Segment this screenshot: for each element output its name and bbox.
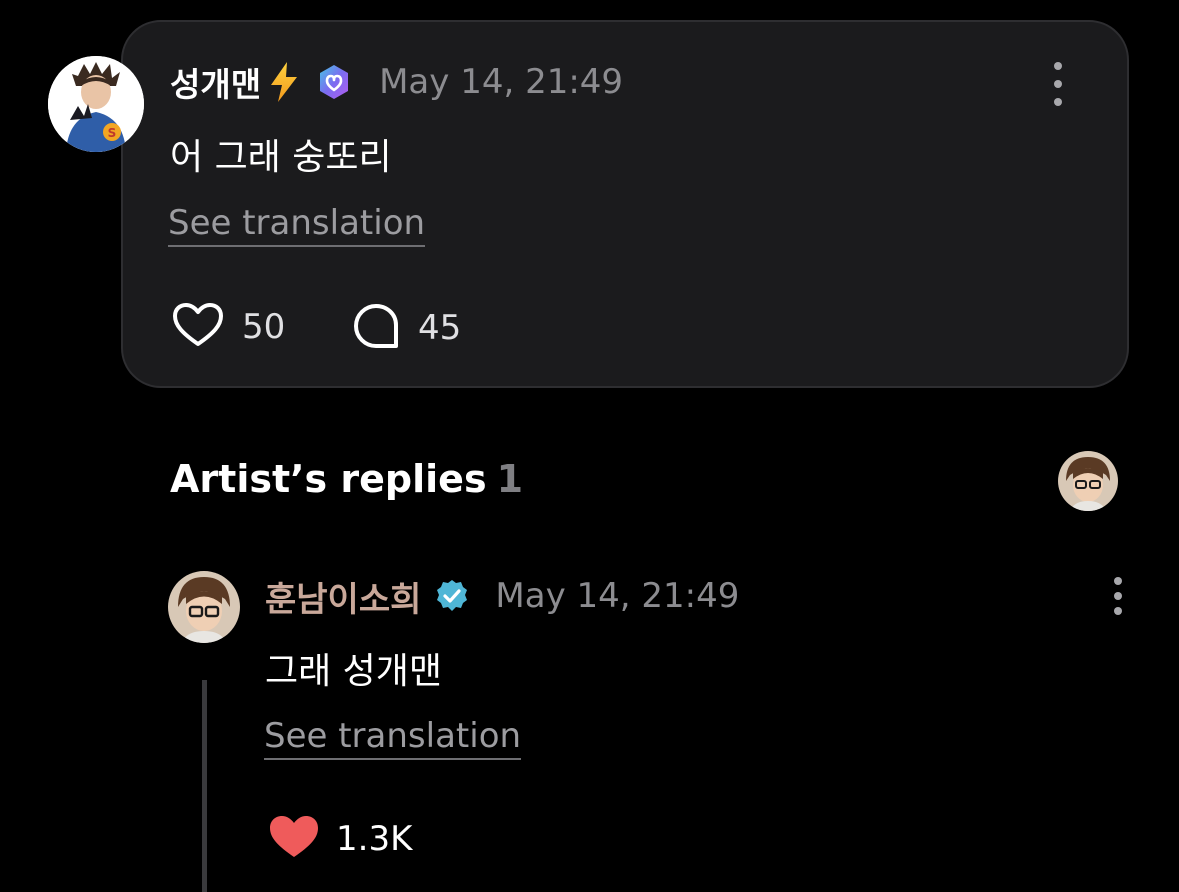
artist-replies-heading: Artist’s replies 1 xyxy=(170,457,523,501)
reply-timestamp: May 14, 21:49 xyxy=(495,576,740,616)
post-comment-button[interactable]: 45 xyxy=(352,302,461,354)
dot xyxy=(1114,607,1122,615)
reply-like-button[interactable]: 1.3K xyxy=(268,814,412,864)
post-username[interactable]: 성개맨 xyxy=(170,58,261,106)
post-comment-count: 45 xyxy=(418,308,462,348)
lightning-bolt-icon xyxy=(267,60,301,104)
verified-check-icon xyxy=(435,579,469,613)
dot xyxy=(1054,80,1062,88)
reply-username[interactable]: 훈남이소희 xyxy=(265,572,421,621)
heart-outline-icon xyxy=(172,302,224,352)
reply-like-count: 1.3K xyxy=(336,819,413,859)
svg-text:S: S xyxy=(108,126,117,140)
reply-author-avatar[interactable] xyxy=(168,571,240,643)
dot xyxy=(1054,98,1062,106)
reply-more-options-icon[interactable] xyxy=(1106,577,1130,615)
artist-replies-title: Artist’s replies xyxy=(170,457,487,501)
artist-avatar-small[interactable] xyxy=(1058,451,1118,511)
reply-thread-line xyxy=(202,680,207,892)
artist-replies-count: 1 xyxy=(496,457,524,501)
reply-header: 훈남이소희 May 14, 21:49 xyxy=(265,572,739,620)
post-see-translation-link[interactable]: See translation xyxy=(168,203,426,247)
post-body-text: 어 그래 숭또리 xyxy=(170,137,392,178)
dot xyxy=(1054,62,1062,70)
dot xyxy=(1114,592,1122,600)
post-like-count: 50 xyxy=(242,307,286,347)
post-header: 성개맨 May 14, 21:49 xyxy=(170,58,623,106)
dot xyxy=(1114,577,1122,585)
post-timestamp: May 14, 21:49 xyxy=(379,62,624,102)
reply-body-text: 그래 성개맨 xyxy=(265,651,443,692)
post-like-button[interactable]: 50 xyxy=(172,302,285,352)
post-more-options-icon[interactable] xyxy=(1046,62,1070,106)
verified-membership-badge-icon xyxy=(315,63,353,101)
reply-see-translation-link[interactable]: See translation xyxy=(264,716,522,760)
comment-bubble-icon xyxy=(352,302,400,354)
heart-filled-icon xyxy=(268,814,320,864)
post-author-avatar[interactable]: S xyxy=(48,56,144,152)
